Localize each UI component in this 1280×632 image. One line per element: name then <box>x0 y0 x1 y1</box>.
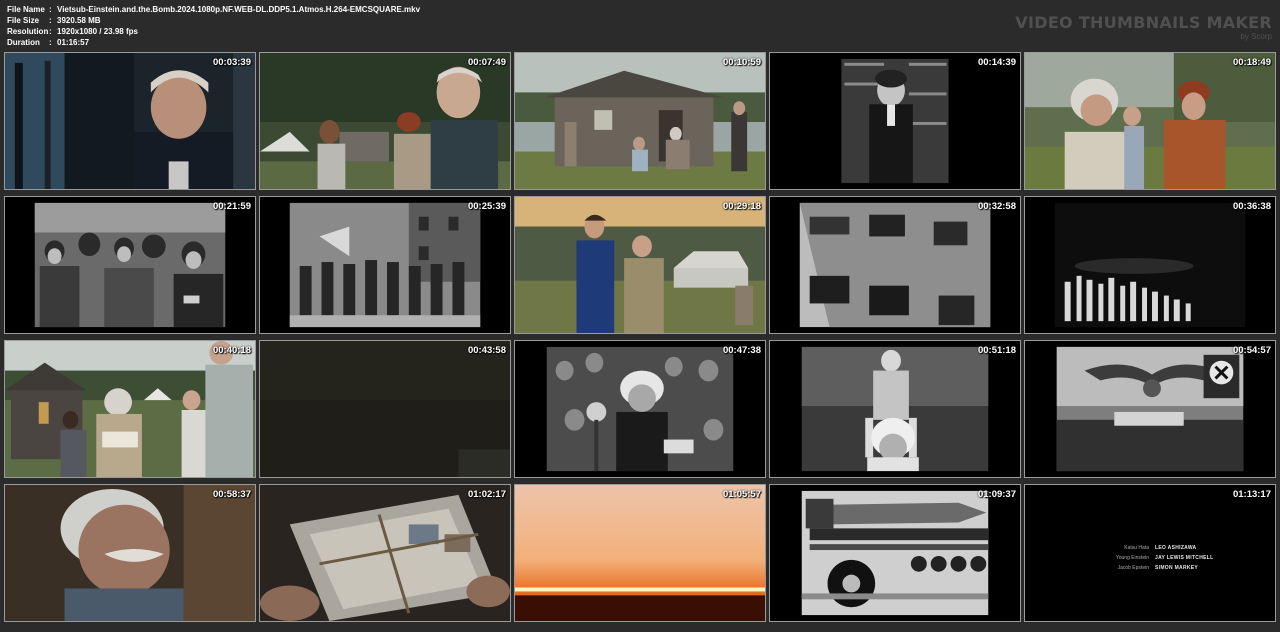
thumbnail-tile[interactable]: 00:51:18 <box>769 340 1021 478</box>
credit-row: Katsu Hata LEO ASHIZAWA <box>1111 543 1213 553</box>
resolution-row: Resolution : 1920x1080 / 23.98 fps <box>7 26 420 37</box>
resolution-label: Resolution <box>7 27 49 36</box>
file-info-panel: File Name : Vietsub-Einstein.and.the.Bom… <box>7 4 420 48</box>
file-name-value: Vietsub-Einstein.and.the.Bomb.2024.1080p… <box>57 5 421 14</box>
credit-row: Jacob Epstein SIMON MARKEY <box>1111 563 1213 573</box>
brand-byline: by Scorp <box>1240 32 1272 41</box>
timestamp: 00:54:57 <box>1232 345 1271 356</box>
file-size-row: File Size : 3920.58 MB <box>7 15 420 26</box>
timestamp: 00:40:18 <box>212 345 251 356</box>
thumbnail-image <box>770 485 1020 621</box>
thumbnail-image <box>515 53 765 189</box>
thumbnail-tile[interactable]: 00:18:49 <box>1024 52 1276 190</box>
file-size-label: File Size <box>7 16 40 25</box>
thumbnail-tile[interactable]: 00:10:59 <box>514 52 766 190</box>
thumbnail-tile[interactable]: 00:03:39 <box>4 52 256 190</box>
thumbnail-tile[interactable]: 00:43:58 <box>259 340 511 478</box>
thumbnail-tile[interactable]: 00:47:38 <box>514 340 766 478</box>
file-size-value: 3920.58 MB <box>57 16 101 25</box>
thumbnail-image <box>260 485 510 621</box>
thumbnail-tile[interactable]: 01:09:37 <box>769 484 1021 622</box>
info-separator: : <box>49 16 52 25</box>
timestamp: 00:18:49 <box>1232 57 1271 68</box>
thumbnail-image <box>770 197 1020 333</box>
thumbnail-image <box>5 53 255 189</box>
thumbnail-image <box>770 53 1020 189</box>
thumbnail-image <box>515 485 765 621</box>
thumbnail-tile[interactable]: 00:25:39 <box>259 196 511 334</box>
credit-name: SIMON MARKEY <box>1155 565 1199 571</box>
timestamp: 01:02:17 <box>467 489 506 500</box>
brand-watermark: VIDEO THUMBNAILS MAKER by Scorp <box>1015 13 1272 42</box>
thumbnail-tile[interactable]: 00:14:39 <box>769 52 1021 190</box>
timestamp: 00:29:18 <box>722 201 761 212</box>
thumbnail-image <box>5 485 255 621</box>
thumbnail-image <box>260 197 510 333</box>
thumbnail-tile[interactable]: 00:07:49 <box>259 52 511 190</box>
thumbnail-tile[interactable]: 00:21:59 <box>4 196 256 334</box>
thumbnail-image <box>260 341 510 477</box>
thumbnail-tile[interactable]: 00:36:38 <box>1024 196 1276 334</box>
brand-title: VIDEO THUMBNAILS MAKER <box>1015 13 1272 32</box>
file-name-row: File Name : Vietsub-Einstein.and.the.Bom… <box>7 4 420 15</box>
thumbnail-image <box>5 341 255 477</box>
thumbnail-image <box>515 341 765 477</box>
resolution-value: 1920x1080 / 23.98 fps <box>57 27 138 36</box>
end-credits: Katsu Hata LEO ASHIZAWA Young Einstein J… <box>1111 543 1213 573</box>
timestamp: 00:58:37 <box>212 489 251 500</box>
thumbnail-image <box>770 341 1020 477</box>
duration-value: 01:16:57 <box>57 38 90 47</box>
credit-row: Young Einstein JAY LEWIS MITCHELL <box>1111 553 1213 563</box>
timestamp: 00:14:39 <box>977 57 1016 68</box>
timestamp: 00:43:58 <box>467 345 506 356</box>
thumbnail-grid: 00:03:39 00:07:49 00:10:59 00:14:39 00:1… <box>4 52 1278 629</box>
credit-role: Katsu Hata <box>1124 545 1149 551</box>
info-separator: : <box>49 5 52 14</box>
timestamp: 00:07:49 <box>467 57 506 68</box>
credit-name: JAY LEWIS MITCHELL <box>1155 555 1214 561</box>
timestamp: 00:03:39 <box>212 57 251 68</box>
thumbnail-image <box>5 197 255 333</box>
thumbnail-tile[interactable]: 00:54:57 <box>1024 340 1276 478</box>
thumbnail-image <box>260 53 510 189</box>
timestamp: 00:21:59 <box>212 201 251 212</box>
duration-row: Duration : 01:16:57 <box>7 37 420 48</box>
thumbnail-tile[interactable]: 00:29:18 <box>514 196 766 334</box>
timestamp: 01:09:37 <box>977 489 1016 500</box>
info-separator: : <box>49 27 52 36</box>
thumbnail-tile[interactable]: 01:02:17 <box>259 484 511 622</box>
thumbnail-image <box>1025 53 1275 189</box>
thumbnail-tile[interactable]: 00:40:18 <box>4 340 256 478</box>
thumbnail-tile[interactable]: Katsu Hata LEO ASHIZAWA Young Einstein J… <box>1024 484 1276 622</box>
timestamp: 00:25:39 <box>467 201 506 212</box>
thumbnail-image <box>515 197 765 333</box>
timestamp: 00:10:59 <box>722 57 761 68</box>
thumbnail-tile[interactable]: 00:32:58 <box>769 196 1021 334</box>
thumbnail-image <box>1025 197 1275 333</box>
credit-role: Jacob Epstein <box>1117 565 1149 571</box>
timestamp: 00:47:38 <box>722 345 761 356</box>
timestamp: 01:13:17 <box>1232 489 1271 500</box>
info-separator: : <box>49 38 52 47</box>
credit-name: LEO ASHIZAWA <box>1155 545 1197 551</box>
timestamp: 01:05:57 <box>722 489 761 500</box>
timestamp: 00:32:58 <box>977 201 1016 212</box>
timestamp: 00:51:18 <box>977 345 1016 356</box>
thumbnail-tile[interactable]: 00:58:37 <box>4 484 256 622</box>
thumbnail-image <box>1025 341 1275 477</box>
timestamp: 00:36:38 <box>1232 201 1271 212</box>
duration-label: Duration <box>7 38 40 47</box>
credit-role: Young Einstein <box>1115 555 1149 561</box>
thumbnail-tile[interactable]: 01:05:57 <box>514 484 766 622</box>
file-name-label: File Name <box>7 5 45 14</box>
